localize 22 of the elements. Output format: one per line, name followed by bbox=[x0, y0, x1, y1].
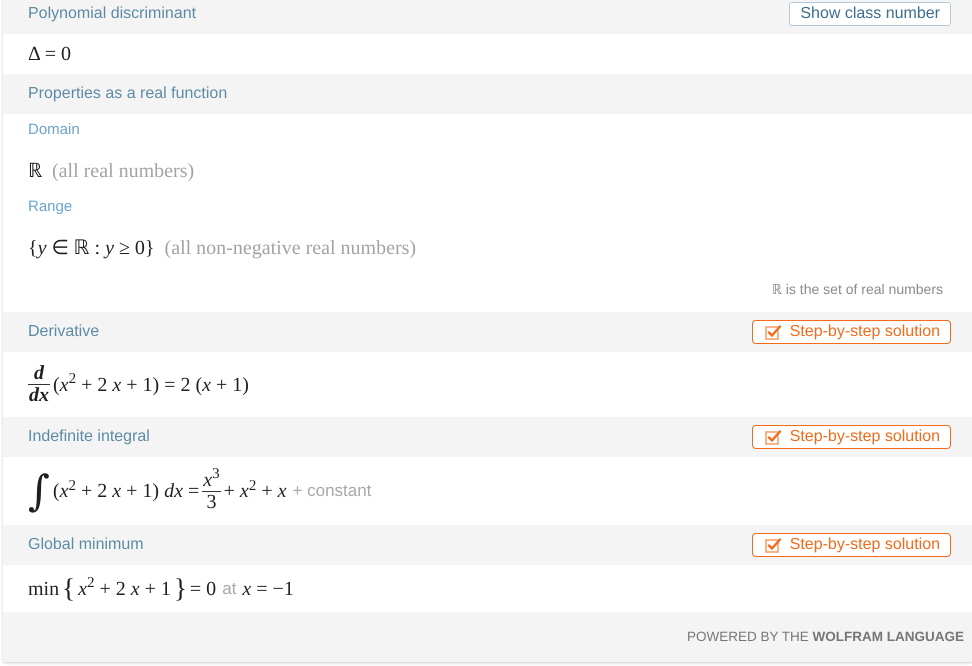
show-class-number-button[interactable]: Show class number bbox=[789, 2, 951, 26]
checked-box-icon bbox=[764, 324, 781, 340]
math-formula: min{x$^{2}$ + 2 x + 1}= 0 at x = −1 bbox=[28, 572, 294, 605]
step-by-step-button[interactable]: Step-by-step solution bbox=[752, 320, 951, 344]
section-title: Polynomial discriminant bbox=[28, 4, 196, 24]
step-by-step-button[interactable]: Step-by-step solution bbox=[752, 533, 951, 557]
footnote-text: ℝ is the set of real numbers bbox=[772, 281, 943, 297]
math-formula: ℝ bbox=[28, 159, 42, 184]
property-label: Domain bbox=[28, 121, 81, 139]
formula-description: (all non-negative real numbers) bbox=[164, 236, 416, 261]
property-label: Range bbox=[28, 198, 74, 216]
powered-by-text: POWERED BY THE WOLFRAM LANGUAGE bbox=[686, 628, 964, 646]
section-title: Indefinite integral bbox=[28, 427, 150, 447]
checked-box-icon bbox=[764, 537, 781, 553]
section-title: Properties as a real function bbox=[28, 84, 228, 104]
step-by-step-button[interactable]: Step-by-step solution bbox=[752, 425, 951, 449]
math-formula: {y ∈ ℝ : y ≥ 0} bbox=[28, 236, 155, 261]
section-title: Derivative bbox=[28, 322, 100, 342]
math-formula: Δ = 0 bbox=[28, 42, 72, 67]
formula-description: (all real numbers) bbox=[52, 159, 194, 184]
checked-box-icon bbox=[764, 429, 781, 445]
section-title: Global minimum bbox=[28, 535, 144, 555]
